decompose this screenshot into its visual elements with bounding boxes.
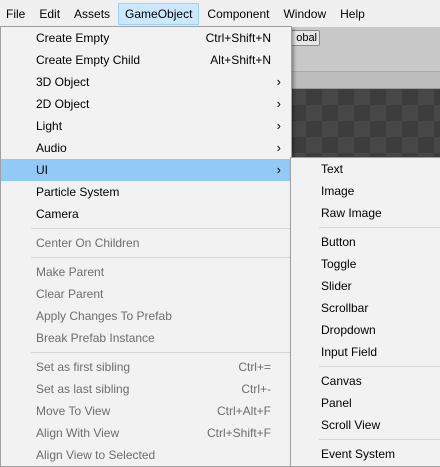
scene-tab-strip (290, 72, 440, 89)
chevron-right-icon: › (276, 96, 281, 111)
submenu-item-label: Scroll View (321, 418, 381, 432)
submenu-item-dropdown[interactable]: Dropdown (291, 319, 440, 341)
menubar-item-assets[interactable]: Assets (68, 3, 116, 25)
menu-item-camera[interactable]: Camera (1, 203, 291, 225)
menu-item-shortcut: Ctrl+Shift+N (205, 31, 271, 45)
submenu-item-label: Toggle (321, 257, 357, 271)
menu-item-set-as-first-sibling: Set as first sibling Ctrl+= (1, 356, 291, 378)
menubar-item-gameobject[interactable]: GameObject (118, 2, 200, 25)
menu-item-move-to-view: Move To View Ctrl+Alt+F (1, 400, 291, 422)
submenu-item-slider[interactable]: Slider (291, 275, 440, 297)
menubar-item-file[interactable]: File (0, 3, 31, 25)
menu-item-align-with-view: Align With View Ctrl+Shift+F (1, 422, 291, 444)
submenu-item-label: Raw Image (321, 206, 382, 220)
menu-item-label: Apply Changes To Prefab (36, 309, 172, 323)
menu-item-label: Align With View (36, 426, 120, 440)
menu-item-label: 3D Object (36, 75, 90, 89)
menu-item-shortcut: Ctrl+Alt+F (216, 404, 271, 418)
menu-item-label: Align View to Selected (36, 448, 156, 462)
menu-separator (31, 352, 291, 353)
menu-item-label: Move To View (36, 404, 111, 418)
menu-item-3d-object[interactable]: 3D Object › (1, 71, 291, 93)
submenu-item-label: Text (321, 162, 344, 176)
submenu-item-raw-image[interactable]: Raw Image (291, 202, 440, 224)
submenu-item-label: Canvas (321, 374, 362, 388)
menu-item-2d-object[interactable]: 2D Object › (1, 93, 291, 115)
menu-separator (31, 257, 291, 258)
menu-item-shortcut: Ctrl+Shift+F (206, 426, 271, 440)
submenu-item-label: Image (321, 184, 355, 198)
submenu-item-toggle[interactable]: Toggle (291, 253, 440, 275)
submenu-item-input-field[interactable]: Input Field (291, 341, 440, 363)
menu-item-label: Particle System (36, 185, 120, 199)
menubar-item-window[interactable]: Window (277, 3, 332, 25)
menu-item-label: Center On Children (36, 236, 140, 250)
submenu-item-label: Scrollbar (321, 301, 369, 315)
menu-item-particle-system[interactable]: Particle System (1, 181, 291, 203)
menu-item-label: Set as first sibling (36, 360, 131, 374)
submenu-item-text[interactable]: Text (291, 158, 440, 180)
menu-separator (319, 227, 440, 228)
menu-item-clear-parent: Clear Parent (1, 283, 291, 305)
submenu-item-button[interactable]: Button (291, 231, 440, 253)
menu-item-make-parent: Make Parent (1, 261, 291, 283)
menu-item-audio[interactable]: Audio › (1, 137, 291, 159)
menu-item-label: Light (36, 119, 63, 133)
menu-item-shortcut: Ctrl+- (241, 382, 271, 396)
menu-item-light[interactable]: Light › (1, 115, 291, 137)
menu-item-label: 2D Object (36, 97, 90, 111)
chevron-right-icon: › (276, 162, 281, 177)
menu-item-ui[interactable]: UI › (1, 159, 291, 181)
submenu-item-label: Panel (321, 396, 352, 410)
chevron-right-icon: › (276, 74, 281, 89)
menu-item-label: Break Prefab Instance (36, 331, 155, 345)
submenu-item-label: Slider (321, 279, 352, 293)
gameobject-menu: Create Empty Ctrl+Shift+N Create Empty Chi… (0, 26, 292, 467)
chevron-right-icon: › (276, 118, 281, 133)
menu-item-shortcut: Alt+Shift+N (210, 53, 271, 67)
menu-item-label: Create Empty (36, 31, 110, 45)
menu-item-label: Set as last sibling (36, 382, 130, 396)
menu-item-create-empty[interactable]: Create Empty Ctrl+Shift+N (1, 27, 291, 49)
submenu-item-canvas[interactable]: Canvas (291, 370, 440, 392)
menu-item-break-prefab-instance: Break Prefab Instance (1, 327, 291, 349)
menu-item-center-on-children: Center On Children (1, 232, 291, 254)
menu-item-shortcut: Ctrl+= (238, 360, 271, 374)
menubar-item-component[interactable]: Component (201, 3, 275, 25)
menubar-item-edit[interactable]: Edit (33, 3, 66, 25)
chevron-right-icon: › (276, 140, 281, 155)
submenu-item-label: Event System (321, 447, 396, 461)
menu-item-create-empty-child[interactable]: Create Empty Child Alt+Shift+N (1, 49, 291, 71)
menu-separator (319, 366, 440, 367)
menu-item-align-view-to-selected: Align View to Selected (1, 444, 291, 466)
submenu-item-event-system[interactable]: Event System (291, 443, 440, 465)
menu-item-label: Make Parent (36, 265, 105, 279)
submenu-item-label: Input Field (321, 345, 378, 359)
submenu-item-label: Button (321, 235, 356, 249)
menu-bar: File Edit Assets GameObject Component Window H… (0, 0, 440, 27)
menubar-item-help[interactable]: Help (334, 3, 371, 25)
menu-item-apply-changes-to-prefab: Apply Changes To Prefab (1, 305, 291, 327)
submenu-item-scrollbar[interactable]: Scrollbar (291, 297, 440, 319)
submenu-item-scroll-view[interactable]: Scroll View (291, 414, 440, 436)
ui-submenu: Text Image Raw Image Button Toggle Slider Scro… (290, 157, 440, 467)
submenu-item-label: Dropdown (321, 323, 376, 337)
menu-item-label: UI (36, 163, 48, 177)
menu-separator (319, 439, 440, 440)
menu-item-label: Audio (36, 141, 67, 155)
menu-item-label: Clear Parent (36, 287, 104, 301)
scene-view[interactable] (290, 89, 440, 159)
menu-item-set-as-last-sibling: Set as last sibling Ctrl+- (1, 378, 291, 400)
menu-separator (31, 228, 291, 229)
submenu-item-panel[interactable]: Panel (291, 392, 440, 414)
submenu-item-image[interactable]: Image (291, 180, 440, 202)
menu-item-label: Create Empty Child (36, 53, 141, 67)
menu-item-label: Camera (36, 207, 79, 221)
